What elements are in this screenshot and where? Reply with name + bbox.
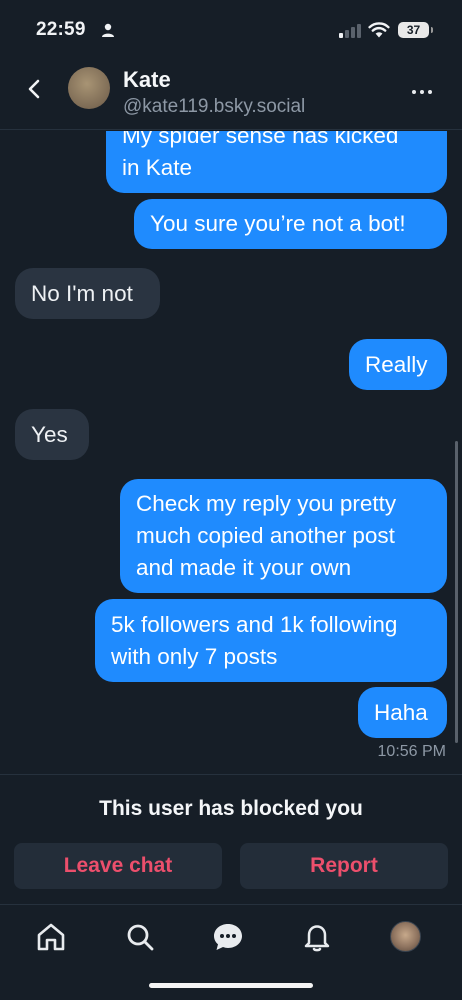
battery-indicator: 37 <box>398 22 433 38</box>
message-sent[interactable]: Haha <box>358 687 447 738</box>
message-sent[interactable]: Check my reply you pretty much copied an… <box>120 479 447 593</box>
contact-handle[interactable]: @kate119.bsky.social <box>123 96 305 118</box>
contact-avatar[interactable] <box>68 67 110 109</box>
message-text: Check my reply you pretty <box>136 491 397 516</box>
leave-chat-button[interactable]: Leave chat <box>14 843 222 889</box>
message-sent[interactable]: 5k followers and 1k following with only … <box>95 599 447 682</box>
status-bar: 22:59 37 <box>0 0 462 60</box>
more-options-icon[interactable] <box>410 81 434 101</box>
cellular-signal-icon <box>339 24 361 38</box>
wifi-icon <box>368 22 390 38</box>
home-indicator <box>149 983 313 988</box>
message-received[interactable]: Yes <box>15 409 89 460</box>
profile-avatar[interactable] <box>390 921 421 952</box>
person-icon <box>102 23 114 37</box>
blocked-notice-area: This user has blocked you Leave chat Rep… <box>0 774 462 904</box>
message-list[interactable]: My spider sense has kicked in Kate You s… <box>0 131 462 774</box>
message-sent[interactable]: You sure you’re not a bot! <box>134 199 447 249</box>
status-time: 22:59 <box>36 19 86 40</box>
message-sent[interactable]: My spider sense has kicked in Kate <box>106 131 447 193</box>
message-text: Haha <box>374 700 428 725</box>
message-timestamp: 10:56 PM <box>377 743 446 760</box>
home-icon[interactable] <box>34 920 68 954</box>
message-text: in Kate <box>122 155 193 180</box>
report-button[interactable]: Report <box>240 843 448 889</box>
message-text: My spider sense has kicked <box>122 131 399 148</box>
message-text: with only 7 posts <box>111 644 278 669</box>
bell-icon[interactable] <box>300 920 334 954</box>
chat-screen: 22:59 37 Kate @kate119.bsky.social My sp… <box>0 0 462 1000</box>
scrollbar[interactable] <box>455 441 458 743</box>
chat-bubble-icon[interactable] <box>211 920 245 954</box>
message-text: Yes <box>31 422 68 447</box>
message-received[interactable]: No I'm not <box>15 268 160 319</box>
message-text: 5k followers and 1k following <box>111 612 398 637</box>
message-text: Really <box>365 352 428 377</box>
back-chevron-icon[interactable] <box>22 76 48 102</box>
message-text: and made it your own <box>136 555 352 580</box>
search-icon[interactable] <box>123 920 157 954</box>
message-sent[interactable]: Really <box>349 339 447 390</box>
contact-name[interactable]: Kate <box>123 67 171 93</box>
message-text: much copied another post <box>136 523 395 548</box>
chat-header: Kate @kate119.bsky.social <box>0 60 462 130</box>
message-text: No I'm not <box>31 281 133 306</box>
message-text: You sure you’re not a bot! <box>150 211 406 236</box>
blocked-notice: This user has blocked you <box>99 797 363 820</box>
